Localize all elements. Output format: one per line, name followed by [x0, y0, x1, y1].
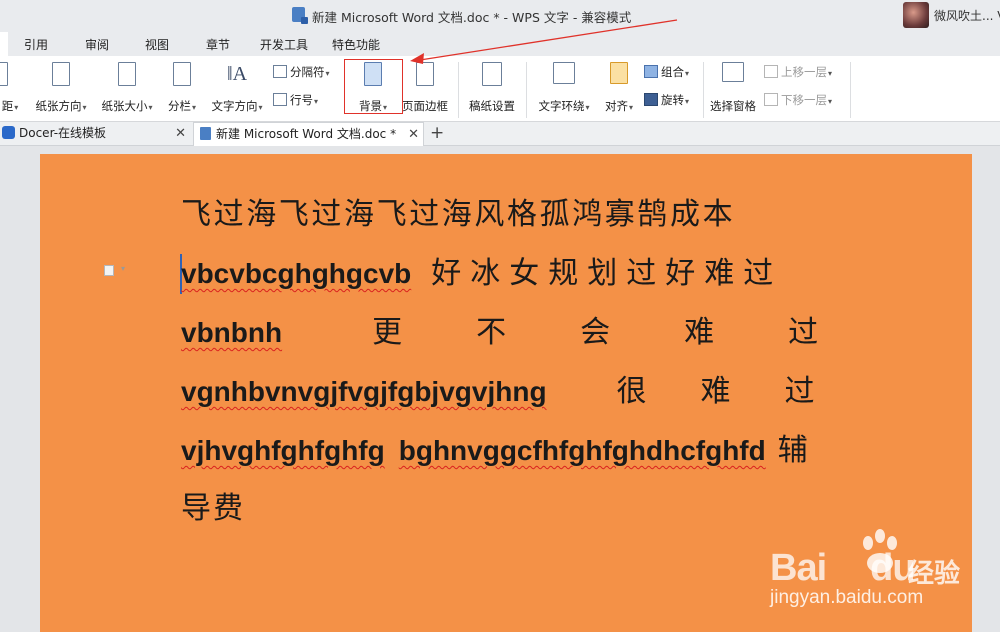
align-icon	[610, 62, 628, 84]
bring-forward-button[interactable]: 上移一层▾	[764, 64, 832, 80]
user-avatar[interactable]	[903, 2, 929, 28]
text-line-6[interactable]: 导费	[181, 489, 831, 529]
close-icon[interactable]: ✕	[408, 123, 419, 146]
rotate-button[interactable]: 旋转▾	[644, 92, 689, 108]
text-direction-icon: ‖A	[227, 63, 248, 85]
columns-icon	[173, 62, 191, 86]
separator-button[interactable]: 分隔符▾	[273, 64, 330, 80]
rotate-icon	[644, 93, 658, 106]
word-doc-icon	[200, 127, 211, 140]
text-direction-button[interactable]: ‖A 文字方向▾	[206, 62, 268, 113]
baidu-paw-icon	[863, 529, 897, 573]
bring-forward-icon	[764, 65, 778, 78]
page-border-icon	[416, 62, 434, 86]
background-highlight-box	[344, 59, 403, 114]
page-border-button[interactable]: 页面边框	[400, 62, 450, 113]
columns-button[interactable]: 分栏▾	[163, 62, 201, 113]
ribbon-toolbar: 距▾ 纸张方向▾ 纸张大小▾ 分栏▾ ‖A 文字方向▾ 分隔符▾ 行号▾ 背景▾…	[0, 56, 1000, 122]
paragraph-layout-icon[interactable]	[104, 265, 114, 276]
group-icon	[644, 65, 658, 78]
user-name[interactable]: 微风吹土... V	[934, 7, 1000, 24]
selection-pane-icon	[722, 62, 744, 82]
menu-bar: 引用 审阅 视图 章节 开发工具 特色功能	[0, 30, 1000, 56]
window-title: 新建 Microsoft Word 文档.doc * - WPS 文字 - 兼容…	[312, 10, 632, 25]
jingyan-text: 经验	[908, 559, 961, 589]
chevron-down-icon[interactable]: ▾	[121, 264, 125, 273]
orientation-icon	[52, 62, 70, 86]
paper-size-button[interactable]: 纸张大小▾	[97, 62, 157, 113]
selection-pane-button[interactable]: 选择窗格	[709, 62, 757, 113]
group-button[interactable]: 组合▾	[644, 64, 689, 80]
align-button[interactable]: 对齐▾	[600, 62, 638, 113]
line-number-icon	[273, 93, 287, 106]
ribbon-divider	[526, 62, 527, 118]
margins-icon	[0, 62, 8, 86]
text-line-1[interactable]: 飞过海飞过海飞过海风格孤鸿寡鹄成本	[181, 195, 831, 235]
tab-current-document[interactable]: 新建 Microsoft Word 文档.doc * ✕	[193, 122, 424, 146]
send-backward-button[interactable]: 下移一层▾	[764, 92, 832, 108]
wps-document-icon	[292, 7, 308, 24]
active-tab-edge	[0, 32, 8, 56]
watermark-url: jingyan.baidu.com	[770, 587, 924, 608]
draft-settings-button[interactable]: 稿纸设置	[466, 62, 518, 113]
text-wrap-icon	[553, 62, 575, 84]
line-number-button[interactable]: 行号▾	[273, 92, 318, 108]
ribbon-divider	[703, 62, 704, 118]
orientation-button[interactable]: 纸张方向▾	[31, 62, 91, 113]
baidu-jingyan-watermark: Bai du 经验 jingyan.baidu.com	[770, 527, 990, 627]
close-icon[interactable]: ✕	[175, 122, 186, 145]
new-tab-plus-icon[interactable]: +	[430, 123, 444, 143]
menu-review[interactable]: 审阅	[85, 36, 109, 53]
title-bar: 新建 Microsoft Word 文档.doc * - WPS 文字 - 兼容…	[0, 0, 1000, 30]
text-wrap-button[interactable]: 文字环绕▾	[534, 62, 594, 113]
menu-view[interactable]: 视图	[145, 36, 169, 53]
separator-icon	[273, 65, 287, 78]
paper-size-icon	[118, 62, 136, 86]
tab-docer-templates[interactable]: Docer-在线模板 ✕	[0, 122, 190, 146]
ribbon-divider	[458, 62, 459, 118]
ribbon-divider	[850, 62, 851, 118]
menu-developer-tools[interactable]: 开发工具	[260, 36, 308, 53]
menu-section[interactable]: 章节	[206, 36, 230, 53]
document-tab-bar: Docer-在线模板 ✕ 新建 Microsoft Word 文档.doc * …	[0, 122, 1000, 146]
draft-grid-icon	[482, 62, 502, 86]
docer-icon	[2, 126, 15, 139]
menu-references[interactable]: 引用	[24, 36, 48, 53]
text-line-4[interactable]: vgnhbvnvgjfvgjfgbjvgvjhng 很难过	[181, 372, 831, 412]
text-line-5[interactable]: vjhvghfghfghfg bghnvggcfhfghfghdhcfghfd 辅	[181, 431, 831, 471]
text-line-2[interactable]: vbcvbcghghgcvb 好冰女规划过好难过	[181, 254, 831, 294]
margins-button[interactable]: 距▾	[0, 62, 22, 113]
text-line-3[interactable]: vbnbnh 更不会难过	[181, 313, 831, 353]
menu-special-features[interactable]: 特色功能	[332, 36, 380, 53]
send-backward-icon	[764, 93, 778, 106]
